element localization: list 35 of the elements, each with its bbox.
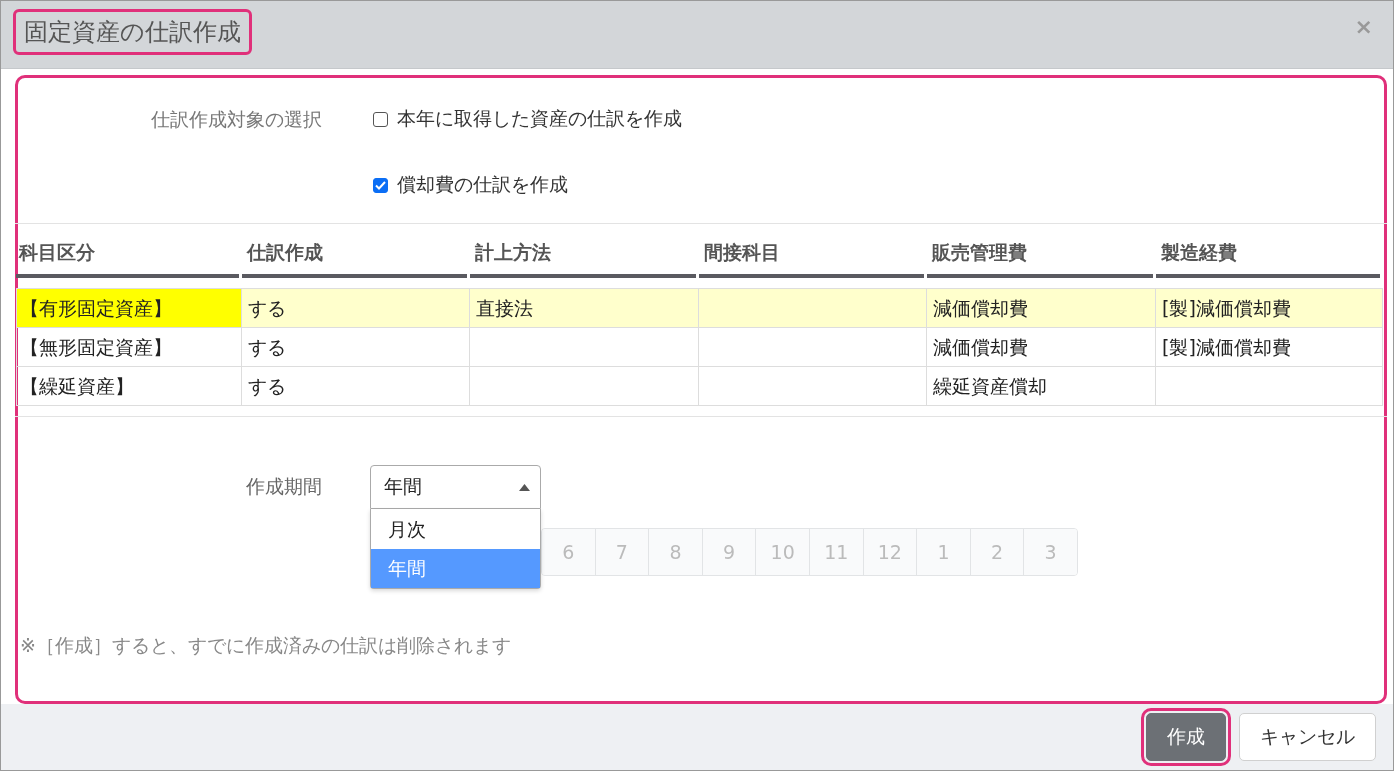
table-cell: する (242, 328, 470, 367)
dropdown-option[interactable]: 月次 (371, 510, 540, 549)
column-header: 科目区分 (16, 224, 239, 278)
column-header: 仕訳作成 (242, 224, 467, 278)
table-cell: 【有形固定資産】 (16, 288, 242, 328)
table-cell: 減価償却費 (927, 328, 1156, 367)
table-cell: 繰延資産償却 (927, 367, 1156, 406)
table-row[interactable]: 【繰延資産】 する 繰延資産償却 (16, 367, 1383, 406)
cancel-button[interactable]: キャンセル (1239, 712, 1376, 761)
table-cell: 【繰延資産】 (16, 367, 242, 406)
field-label: 作成期間 (245, 474, 322, 499)
checkbox-label[interactable]: 本年に取得した資産の仕訳を作成 (397, 106, 682, 132)
table-cell: 減価償却費 (927, 288, 1156, 328)
section-label: 仕訳作成対象の選択 (150, 107, 322, 132)
close-button[interactable]: × (1354, 14, 1373, 39)
warning-note: ※［作成］すると、すでに作成済みの仕訳は削除されます (19, 633, 512, 658)
checkbox-label[interactable]: 償却費の仕訳を作成 (397, 172, 568, 198)
dropdown-option[interactable]: 年間 (371, 549, 540, 588)
table-row[interactable]: 【無形固定資産】 する 減価償却費 [製]減価償却費 (16, 328, 1383, 367)
column-header: 計上方法 (470, 224, 696, 278)
table-cell: する (242, 367, 470, 406)
table-cell: する (242, 288, 470, 328)
table-cell: [製]減価償却費 (1156, 328, 1383, 367)
column-header: 販売管理費 (927, 224, 1153, 278)
dialog-title: 固定資産の仕訳作成 (13, 8, 252, 55)
checkbox[interactable] (373, 111, 388, 127)
period-dropdown[interactable]: 年間 (370, 465, 541, 509)
table-cell: 直接法 (470, 288, 699, 328)
column-header: 間接科目 (699, 224, 924, 278)
checkbox[interactable] (373, 177, 388, 193)
caret-icon (519, 483, 530, 491)
table-cell: 【無形固定資産】 (16, 328, 242, 367)
table-cell: [製]減価償却費 (1156, 288, 1383, 328)
table-row[interactable]: 【有形固定資産】 する 直接法 減価償却費 [製]減価償却費 (16, 288, 1383, 328)
column-header: 製造経費 (1156, 224, 1380, 278)
